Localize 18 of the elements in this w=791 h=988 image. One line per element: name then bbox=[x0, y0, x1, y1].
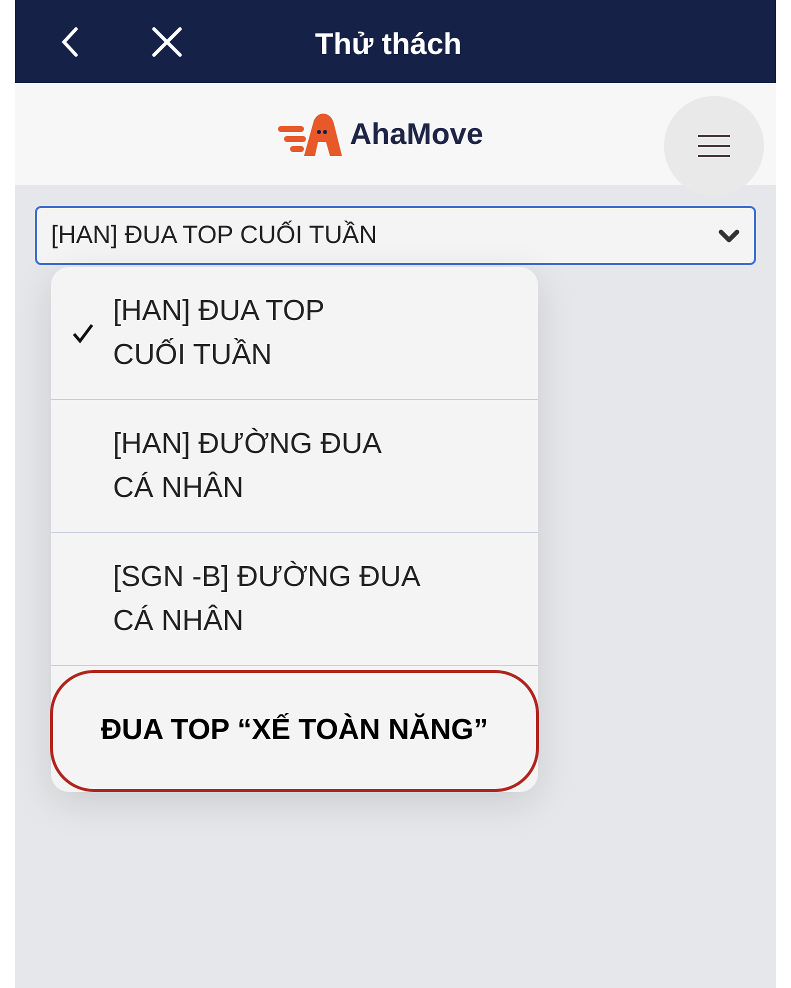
menu-icon bbox=[698, 134, 730, 158]
logo-icon bbox=[278, 112, 342, 156]
brand-name: AhaMove bbox=[350, 116, 484, 152]
back-icon bbox=[61, 26, 79, 58]
option-label: CÁ NHÂN bbox=[113, 604, 245, 639]
option-label: [SGN -B] ĐƯỜNG ĐUA bbox=[113, 560, 420, 595]
window-title: Thử thách bbox=[315, 27, 462, 63]
option-label: [HAN] ĐUA TOP bbox=[113, 294, 325, 329]
dropdown-option[interactable]: [SGN -B] ĐƯỜNG ĐUA CÁ NHÂN bbox=[51, 533, 538, 666]
dropdown-option[interactable]: [HAN] ĐUA TOP CUỐI TUẦN bbox=[51, 267, 538, 400]
challenge-select[interactable]: [HAN] ĐUA TOP CUỐI TUẦN bbox=[35, 206, 756, 265]
option-label: CÁ NHÂN bbox=[113, 470, 245, 506]
option-label: [HAN] ĐƯỜNG ĐUA bbox=[113, 426, 382, 462]
chevron-down-icon bbox=[718, 228, 740, 242]
option-label: CUỐI TUẦN bbox=[113, 337, 273, 373]
close-icon bbox=[151, 26, 183, 58]
dropdown-option[interactable]: ĐUA TOP “XẾ TOÀN NĂNG” bbox=[50, 670, 539, 792]
dropdown-option[interactable]: [HAN] ĐƯỜNG ĐUA CÁ NHÂN bbox=[51, 400, 538, 533]
